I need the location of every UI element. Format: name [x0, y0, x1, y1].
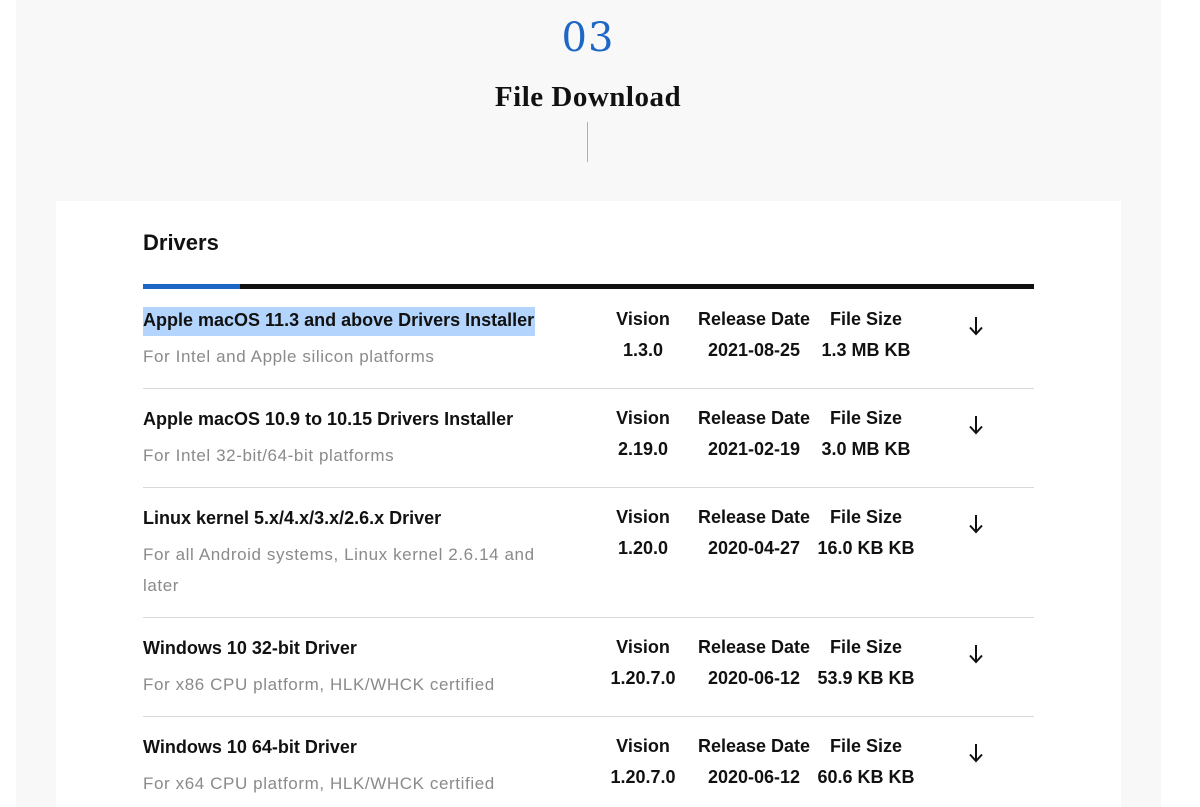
section-title: File Download: [494, 81, 682, 113]
file-size-label: File Size: [829, 637, 903, 657]
driver-name: Linux kernel 5.x/4.x/3.x/2.6.x Driver: [143, 508, 442, 528]
file-size-label: File Size: [829, 408, 903, 428]
release-date-label: Release Date: [697, 309, 811, 329]
download-button[interactable]: [961, 508, 991, 538]
version-label: Vision: [616, 637, 670, 657]
arrow-down-icon: [969, 317, 983, 336]
driver-row: Linux kernel 5.x/4.x/3.x/2.6.x Driver Fo…: [143, 488, 1034, 618]
arrow-down-icon: [969, 515, 983, 534]
release-date-label: Release Date: [697, 637, 811, 657]
version-value: 2.19.0: [617, 439, 669, 459]
file-size-value: 60.6 KB KB: [817, 767, 915, 787]
file-size-value: 3.0 MB KB: [821, 439, 911, 459]
driver-description: For all Android systems, Linux kernel 2.…: [143, 545, 535, 595]
release-date-label: Release Date: [697, 736, 811, 756]
release-date-value: 2020-04-27: [707, 538, 801, 558]
file-size-label: File Size: [829, 507, 903, 527]
arrow-down-icon: [969, 645, 983, 664]
driver-row: Apple macOS 10.9 to 10.15 Drivers Instal…: [143, 389, 1034, 488]
download-button[interactable]: [961, 638, 991, 668]
version-value: 1.20.7.0: [610, 767, 676, 787]
version-label: Vision: [616, 507, 670, 527]
version-column: Vision 1.20.7.0: [593, 632, 693, 694]
file-size-column: File Size 1.3 MB KB: [811, 304, 921, 366]
title-divider: [587, 122, 588, 162]
release-date-value: 2021-02-19: [707, 439, 801, 459]
download-button[interactable]: [961, 737, 991, 767]
drivers-title: Drivers: [143, 230, 219, 255]
driver-row: Windows 10 32-bit Driver For x86 CPU pla…: [143, 618, 1034, 717]
version-label: Vision: [616, 736, 670, 756]
release-date-column: Release Date 2021-08-25: [696, 304, 812, 366]
release-date-value: 2020-06-12: [707, 767, 801, 787]
drivers-card: Drivers Apple macOS 11.3 and above Drive…: [56, 201, 1121, 807]
driver-name: Apple macOS 11.3 and above Drivers Insta…: [143, 307, 536, 336]
driver-name: Windows 10 32-bit Driver: [143, 638, 357, 658]
release-date-column: Release Date 2020-04-27: [696, 502, 812, 564]
download-button[interactable]: [961, 310, 991, 340]
release-date-label: Release Date: [697, 408, 811, 428]
version-column: Vision 1.20.0: [593, 502, 693, 564]
release-date-column: Release Date 2020-06-12: [696, 632, 812, 694]
driver-description: For x86 CPU platform, HLK/WHCK certified: [143, 675, 495, 694]
download-button[interactable]: [961, 409, 991, 439]
driver-row: Windows 10 64-bit Driver For x64 CPU pla…: [143, 717, 1034, 807]
section-number: 03: [561, 15, 615, 61]
version-value: 1.20.7.0: [610, 668, 676, 688]
file-size-label: File Size: [829, 736, 903, 756]
version-column: Vision 1.3.0: [593, 304, 693, 366]
driver-name: Windows 10 64-bit Driver: [143, 737, 357, 757]
release-date-column: Release Date 2020-06-12: [696, 731, 812, 793]
file-size-column: File Size 60.6 KB KB: [811, 731, 921, 793]
driver-description: For x64 CPU platform, HLK/WHCK certified: [143, 774, 495, 793]
version-value: 1.20.0: [617, 538, 669, 558]
version-value: 1.3.0: [622, 340, 664, 360]
file-size-value: 16.0 KB KB: [817, 538, 915, 558]
driver-description: For Intel and Apple silicon platforms: [143, 347, 435, 366]
release-date-value: 2021-08-25: [707, 340, 801, 360]
driver-description: For Intel 32-bit/64-bit platforms: [143, 446, 395, 465]
file-size-value: 1.3 MB KB: [821, 340, 911, 360]
driver-row: Apple macOS 11.3 and above Drivers Insta…: [143, 290, 1034, 389]
arrow-down-icon: [969, 416, 983, 435]
release-date-label: Release Date: [697, 507, 811, 527]
file-size-label: File Size: [829, 309, 903, 329]
arrow-down-icon: [969, 744, 983, 763]
version-column: Vision 1.20.7.0: [593, 731, 693, 793]
release-date-value: 2020-06-12: [707, 668, 801, 688]
file-size-column: File Size 16.0 KB KB: [811, 502, 921, 564]
version-label: Vision: [616, 309, 670, 329]
version-label: Vision: [616, 408, 670, 428]
file-size-column: File Size 3.0 MB KB: [811, 403, 921, 465]
driver-name: Apple macOS 10.9 to 10.15 Drivers Instal…: [143, 409, 514, 429]
version-column: Vision 2.19.0: [593, 403, 693, 465]
release-date-column: Release Date 2021-02-19: [696, 403, 812, 465]
file-size-value: 53.9 KB KB: [817, 668, 915, 688]
file-size-column: File Size 53.9 KB KB: [811, 632, 921, 694]
tab-bar-active-indicator: [143, 284, 240, 289]
tab-bar: [143, 284, 1034, 289]
